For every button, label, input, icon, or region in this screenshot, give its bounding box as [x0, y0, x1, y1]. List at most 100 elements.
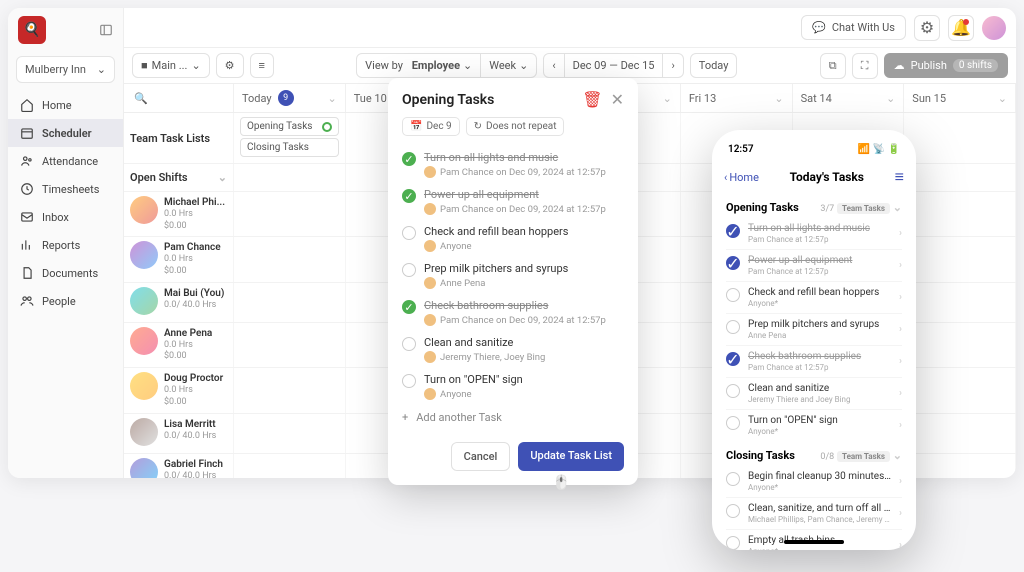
filter-icon[interactable]: ≡	[895, 167, 904, 187]
task-title: Turn on "OPEN" sign	[424, 373, 624, 386]
task-checkbox[interactable]	[402, 263, 416, 277]
sidebar: 🍳 Mulberry Inn ⌄ Home Scheduler Attendan…	[8, 8, 124, 478]
task-item[interactable]: Turn on "OPEN" sign Anyone	[402, 368, 624, 405]
date-chip[interactable]: 📅Dec 9	[402, 117, 460, 136]
nav-scheduler[interactable]: Scheduler	[8, 119, 123, 147]
nav-attendance[interactable]: Attendance	[8, 147, 123, 175]
chevron-right-icon: ›	[899, 476, 902, 487]
task-item[interactable]: ✓Turn on all lights and musicPam Chance …	[402, 146, 624, 183]
close-icon[interactable]: ✕	[611, 90, 624, 109]
phone-task-item[interactable]: Clean, sanitize, and turn off all equip.…	[726, 498, 902, 530]
phone-task-checkbox[interactable]	[726, 536, 740, 550]
task-checkbox[interactable]	[402, 374, 416, 388]
task-checkbox[interactable]: ✓	[402, 152, 416, 166]
phone-back-button[interactable]: ‹ Home	[724, 171, 759, 184]
task-assignee: Jeremy Thiere, Joey Bing	[424, 351, 624, 363]
phone-task-item[interactable]: ✓Turn on all lights and musicPam Chance …	[726, 218, 902, 250]
open-shifts-row-label[interactable]: Open Shifts⌄	[124, 164, 234, 191]
trash-icon[interactable]: 🗑	[582, 90, 602, 109]
chat-icon: 💬	[812, 21, 826, 34]
task-item[interactable]: Clean and sanitizeJeremy Thiere, Joey Bi…	[402, 331, 624, 368]
phone-task-item[interactable]: Turn on "OPEN" signAnyone*›	[726, 410, 902, 441]
phone-task-checkbox[interactable]: ✓	[726, 224, 740, 238]
calendar-cell[interactable]: Opening Tasks Closing Tasks	[234, 113, 346, 163]
day-header[interactable]: Today 9⌄	[234, 84, 346, 112]
phone-task-checkbox[interactable]: ✓	[726, 352, 740, 366]
phone-task-item[interactable]: ✓Check bathroom suppliesPam Chance at 12…	[726, 346, 902, 378]
employee-row[interactable]: Lisa Merritt0.0/ 40.0 Hrs	[124, 414, 234, 453]
chevron-right-icon: ›	[899, 292, 902, 303]
day-header[interactable]: Fri 13⌄	[681, 84, 793, 112]
workspace-selector[interactable]: Mulberry Inn ⌄	[16, 56, 115, 83]
search-cell[interactable]: 🔍	[124, 84, 234, 112]
prev-week-button[interactable]: ‹	[544, 54, 564, 77]
avatar	[130, 196, 158, 224]
employee-row[interactable]: Pam Chance0.0 Hrs$0.00	[124, 237, 234, 281]
phone-task-item[interactable]: Check and refill bean hoppersAnyone*›	[726, 282, 902, 314]
task-checkbox[interactable]: ✓	[402, 189, 416, 203]
copy-button[interactable]: ⧉	[820, 53, 846, 79]
list-icon: ≡	[259, 59, 265, 72]
add-task-button[interactable]: +Add another Task	[402, 405, 624, 430]
task-chip-closing[interactable]: Closing Tasks	[240, 138, 339, 157]
cancel-button[interactable]: Cancel	[451, 442, 511, 471]
task-item[interactable]: Check and refill bean hoppersAnyone	[402, 220, 624, 257]
collapse-sidebar-icon[interactable]	[99, 23, 113, 37]
user-avatar[interactable]	[982, 16, 1006, 40]
next-week-button[interactable]: ›	[663, 54, 682, 77]
task-assignee: Anyone	[424, 388, 624, 400]
phone-task-checkbox[interactable]	[726, 504, 740, 518]
chevron-right-icon: ›	[899, 228, 902, 239]
nav-timesheets[interactable]: Timesheets	[8, 175, 123, 203]
phone-task-item[interactable]: Clean and sanitizeJeremy Thiere and Joey…	[726, 378, 902, 410]
nav-people[interactable]: People	[8, 287, 123, 315]
main-filter-button[interactable]: ■ Main ... ⌄	[132, 53, 210, 78]
phone-task-checkbox[interactable]	[726, 288, 740, 302]
task-item[interactable]: Prep milk pitchers and syrupsAnne Pena	[402, 257, 624, 294]
repeat-chip[interactable]: ↻Does not repeat	[466, 117, 565, 136]
settings-filter-button[interactable]: ⚙	[216, 53, 244, 78]
nav-reports[interactable]: Reports	[8, 231, 123, 259]
day-header[interactable]: Sun 15⌄	[904, 84, 1016, 112]
fullscreen-button[interactable]: ⛶	[852, 53, 878, 79]
date-range-selector[interactable]: ‹ Dec 09 — Dec 15 ›	[543, 53, 683, 78]
nav-home[interactable]: Home	[8, 91, 123, 119]
list-view-button[interactable]: ≡	[250, 53, 274, 78]
phone-task-item[interactable]: Begin final cleanup 30 minutes before c.…	[726, 466, 902, 498]
date-range-label[interactable]: Dec 09 — Dec 15	[565, 54, 664, 77]
nav-inbox[interactable]: Inbox	[8, 203, 123, 231]
phone-title: Today's Tasks	[790, 170, 864, 184]
phone-task-checkbox[interactable]	[726, 416, 740, 430]
task-item[interactable]: ✓Power up all equipmentPam Chance on Dec…	[402, 183, 624, 220]
task-item[interactable]: ✓Check bathroom suppliesPam Chance on De…	[402, 294, 624, 331]
phone-task-checkbox[interactable]	[726, 472, 740, 486]
task-title: Power up all equipment	[424, 188, 624, 201]
nav-documents[interactable]: Documents	[8, 259, 123, 287]
employee-row[interactable]: Anne Pena0.0 Hrs$0.00	[124, 323, 234, 367]
phone-task-item[interactable]: ✓Power up all equipmentPam Chance at 12:…	[726, 250, 902, 282]
view-by-selector[interactable]: View by Employee ⌄ Week ⌄	[356, 53, 537, 78]
phone-task-checkbox[interactable]: ✓	[726, 256, 740, 270]
employee-row[interactable]: Michael Phi...0.0 Hrs$0.00	[124, 192, 234, 236]
task-checkbox[interactable]: ✓	[402, 300, 416, 314]
settings-button[interactable]: ⚙	[914, 15, 940, 41]
chat-button[interactable]: 💬Chat With Us	[801, 15, 906, 40]
employee-row[interactable]: Mai Bui (You)0.0/ 40.0 Hrs	[124, 283, 234, 322]
task-checkbox[interactable]	[402, 337, 416, 351]
publish-button[interactable]: ☁ Publish0 shifts	[884, 53, 1008, 78]
employee-row[interactable]: Doug Proctor0.0 Hrs$0.00	[124, 368, 234, 412]
chevron-right-icon: ›	[899, 324, 902, 335]
phone-task-checkbox[interactable]	[726, 320, 740, 334]
day-header[interactable]: Sat 14⌄	[793, 84, 905, 112]
task-checkbox[interactable]	[402, 226, 416, 240]
repeat-icon: ↻	[474, 121, 482, 132]
task-title: Check bathroom supplies	[424, 299, 624, 312]
phone-task-item[interactable]: Prep milk pitchers and syrupsAnne Pena›	[726, 314, 902, 346]
task-list-title-input[interactable]	[402, 92, 582, 108]
phone-task-checkbox[interactable]	[726, 384, 740, 398]
employee-row[interactable]: Gabriel Finch0.0/ 40.0 Hrs	[124, 454, 234, 479]
update-task-list-button[interactable]: Update Task List	[518, 442, 624, 471]
notifications-button[interactable]: 🔔	[948, 15, 974, 41]
task-chip-opening[interactable]: Opening Tasks	[240, 117, 339, 136]
today-button[interactable]: Today	[690, 53, 738, 78]
